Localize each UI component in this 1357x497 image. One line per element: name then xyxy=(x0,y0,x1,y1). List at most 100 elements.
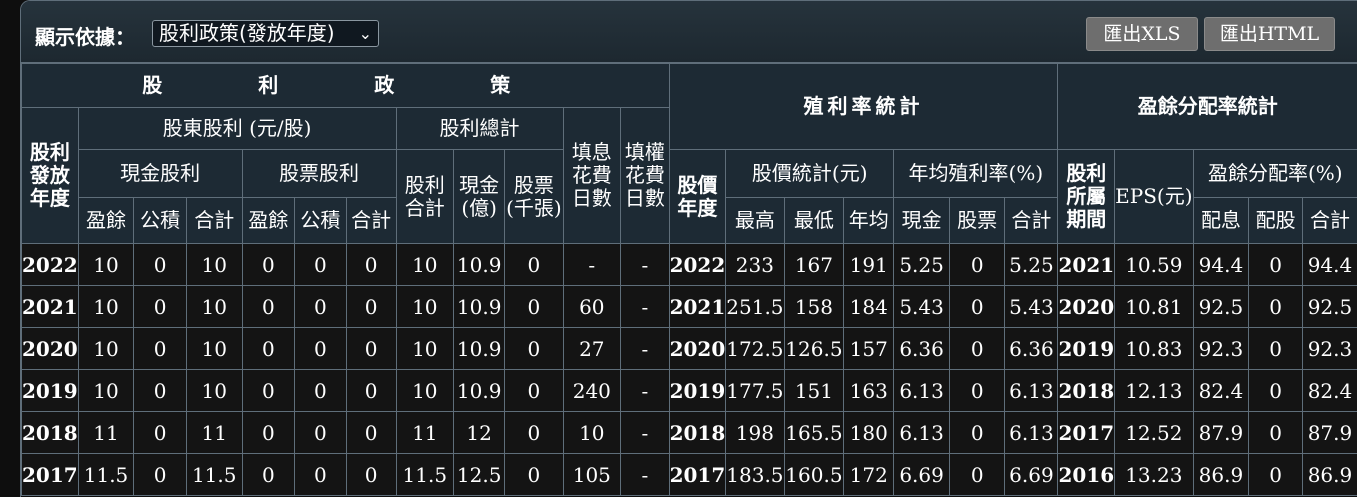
stock-reserve-cell: 0 xyxy=(295,370,347,412)
dividend-sum-cell: 10 xyxy=(396,370,453,412)
cash-reserve-cell: 0 xyxy=(134,412,187,454)
cash-total-cell: 10.9 xyxy=(454,370,505,412)
table-row: 2019100100001010.90240-2019177.51511636.… xyxy=(22,370,1357,412)
cash-subtotal-cell: 11 xyxy=(186,412,242,454)
yield-stock-header: 股票 xyxy=(950,198,1005,244)
price-stats-header: 股價統計(元) xyxy=(726,150,894,198)
fill-dividend-days-cell: 60 xyxy=(563,286,621,328)
stock-reserve-cell: 0 xyxy=(295,244,347,286)
price-low-cell: 160.5 xyxy=(784,454,844,496)
payout-cash-cell: 92.3 xyxy=(1193,328,1249,370)
stock-reserve-cell: 0 xyxy=(295,454,347,496)
stock-subtotal-header: 合計 xyxy=(346,198,396,244)
payout-cash-cell: 94.4 xyxy=(1193,244,1249,286)
payout-total-header: 合計 xyxy=(1302,198,1357,244)
price-avg-cell: 163 xyxy=(844,370,894,412)
stock-earnings-cell: 0 xyxy=(242,286,295,328)
yield-stock-cell: 0 xyxy=(950,370,1005,412)
profit-period-cell: 2018 xyxy=(1058,370,1115,412)
stock-earnings-header: 盈餘 xyxy=(242,198,295,244)
fill-dividend-days-cell: 10 xyxy=(563,412,621,454)
dividend-sum-header: 股利合計 xyxy=(396,150,453,244)
profit-period-cell: 2019 xyxy=(1058,328,1115,370)
yield-cash-cell: 6.36 xyxy=(894,328,950,370)
stock-subtotal-cell: 0 xyxy=(346,412,396,454)
yield-stock-cell: 0 xyxy=(950,286,1005,328)
yield-cash-cell: 6.13 xyxy=(894,370,950,412)
price-year-cell: 2020 xyxy=(669,328,726,370)
price-year-cell: 2019 xyxy=(669,370,726,412)
price-high-cell: 233 xyxy=(726,244,784,286)
export-xls-button[interactable]: 匯出XLS xyxy=(1086,17,1198,51)
fill-dividend-days-cell: 105 xyxy=(563,454,621,496)
eps-cell: 13.23 xyxy=(1115,454,1193,496)
price-avg-cell: 172 xyxy=(844,454,894,496)
price-avg-header: 年均 xyxy=(844,198,894,244)
yield-stats-header: 殖利率統計 xyxy=(669,64,1058,150)
yield-cash-cell: 6.13 xyxy=(894,412,950,454)
cash-earnings-cell: 10 xyxy=(78,244,134,286)
cash-total-header: 現金(億) xyxy=(454,150,505,244)
stock-subtotal-cell: 0 xyxy=(346,454,396,496)
price-year-cell: 2017 xyxy=(669,454,726,496)
price-high-cell: 251.5 xyxy=(726,286,784,328)
stock-reserve-cell: 0 xyxy=(295,412,347,454)
payout-stock-cell: 0 xyxy=(1249,328,1303,370)
payout-cash-cell: 92.5 xyxy=(1193,286,1249,328)
cash-subtotal-cell: 10 xyxy=(186,370,242,412)
stock-earnings-cell: 0 xyxy=(242,244,295,286)
yield-stock-cell: 0 xyxy=(950,412,1005,454)
cash-reserve-cell: 0 xyxy=(134,454,187,496)
payout-total-cell: 86.9 xyxy=(1302,454,1357,496)
stock-earnings-cell: 0 xyxy=(242,454,295,496)
cash-earnings-header: 盈餘 xyxy=(78,198,134,244)
yield-cash-header: 現金 xyxy=(894,198,950,244)
cash-total-cell: 12.5 xyxy=(454,454,505,496)
price-year-header: 股價年度 xyxy=(669,150,726,244)
price-low-cell: 165.5 xyxy=(784,412,844,454)
fill-rights-days-cell: - xyxy=(621,370,669,412)
display-basis-value: 股利政策(發放年度) xyxy=(159,21,335,45)
eps-header: EPS(元) xyxy=(1115,150,1193,244)
cash-earnings-cell: 10 xyxy=(78,286,134,328)
price-high-cell: 183.5 xyxy=(726,454,784,496)
cash-reserve-cell: 0 xyxy=(134,286,187,328)
dividend-sum-cell: 10 xyxy=(396,244,453,286)
stock-subtotal-cell: 0 xyxy=(346,286,396,328)
dividend-sum-cell: 11 xyxy=(396,412,453,454)
yield-total-header: 合計 xyxy=(1005,198,1058,244)
payout-stats-header: 盈餘分配率統計 xyxy=(1058,64,1357,150)
stock-total-cell: 0 xyxy=(505,412,563,454)
cash-total-cell: 10.9 xyxy=(454,286,505,328)
payout-stock-cell: 0 xyxy=(1249,286,1303,328)
table-row: 2021100100001010.9060-2021251.51581845.4… xyxy=(22,286,1357,328)
stock-earnings-cell: 0 xyxy=(242,412,295,454)
stock-dividend-header: 股票股利 xyxy=(242,150,396,198)
dividend-policy-header: 股 利 政 策 xyxy=(22,64,670,108)
payout-total-cell: 87.9 xyxy=(1302,412,1357,454)
fill-rights-days-cell: - xyxy=(621,244,669,286)
payout-total-cell: 94.4 xyxy=(1302,244,1357,286)
price-avg-cell: 180 xyxy=(844,412,894,454)
yield-cash-cell: 6.69 xyxy=(894,454,950,496)
stock-earnings-cell: 0 xyxy=(242,370,295,412)
stock-total-cell: 0 xyxy=(505,286,563,328)
yield-stock-cell: 0 xyxy=(950,454,1005,496)
yield-total-cell: 6.69 xyxy=(1005,454,1058,496)
price-year-cell: 2018 xyxy=(669,412,726,454)
cash-total-cell: 10.9 xyxy=(454,244,505,286)
fill-rights-days-cell: - xyxy=(621,328,669,370)
stock-subtotal-cell: 0 xyxy=(346,244,396,286)
payout-cash-cell: 86.9 xyxy=(1193,454,1249,496)
cash-total-cell: 12 xyxy=(454,412,505,454)
price-low-cell: 126.5 xyxy=(784,328,844,370)
price-high-cell: 198 xyxy=(726,412,784,454)
fill-dividend-days-header: 填息花費日數 xyxy=(563,108,621,244)
payout-cash-header: 配息 xyxy=(1193,198,1249,244)
cash-dividend-header: 現金股利 xyxy=(78,150,242,198)
payout-stock-header: 配股 xyxy=(1249,198,1303,244)
display-basis-select[interactable]: 股利政策(發放年度) ⌄ xyxy=(152,20,379,47)
stock-total-cell: 0 xyxy=(505,454,563,496)
export-html-button[interactable]: 匯出HTML xyxy=(1204,17,1335,51)
profit-period-cell: 2016 xyxy=(1058,454,1115,496)
